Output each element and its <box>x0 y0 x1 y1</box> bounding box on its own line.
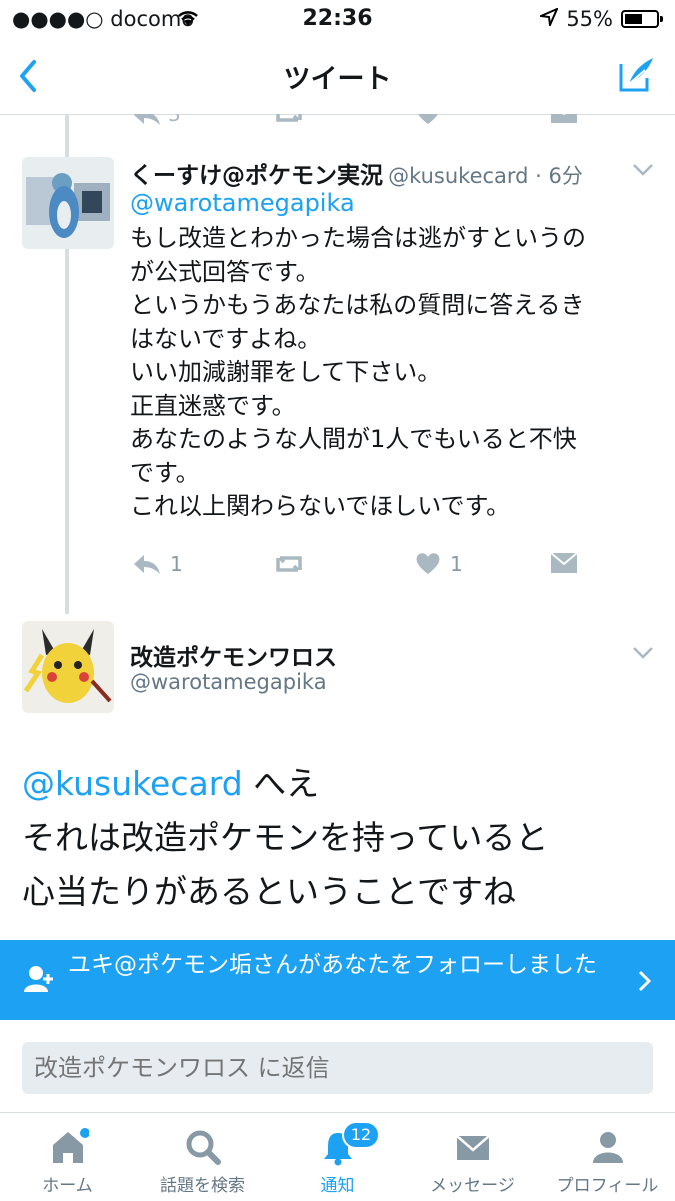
tab-bar: ホーム 話題を検索 12 通知 メッセージ プロフィール <box>0 1112 675 1201</box>
tab-label: プロフィール <box>556 1176 659 1196</box>
retweet-icon <box>276 556 302 572</box>
chevron-down-icon[interactable] <box>632 646 654 660</box>
tab-profile[interactable]: プロフィール <box>540 1113 675 1201</box>
tab-search[interactable]: 話題を検索 <box>135 1113 270 1201</box>
dm-icon <box>550 552 578 573</box>
notification-text: ユキ@ポケモン垢さんがあなたをフォローしました <box>68 952 597 978</box>
reply-icon <box>134 114 160 125</box>
reply-button[interactable]: 1 <box>132 552 183 576</box>
like-count: 1 <box>450 552 463 576</box>
reply-icon <box>134 555 160 574</box>
heart-icon <box>416 553 440 574</box>
battery-icon <box>621 10 663 28</box>
handle: @warotamegapika <box>130 670 327 694</box>
tweet-text-line: です。 <box>130 458 200 487</box>
retweet-icon <box>276 114 302 122</box>
main-text-line: 心当たりがあるということですね <box>22 872 517 911</box>
search-icon <box>186 1130 221 1165</box>
handle-time: @kusukecard · 6分 <box>388 164 583 188</box>
main-text-line: それは改造ポケモンを持っていると <box>22 818 549 857</box>
dm-icon <box>551 114 577 123</box>
action-row: 1 1 <box>0 552 675 582</box>
reply-box[interactable] <box>22 1042 653 1094</box>
display-name[interactable]: くーすけ@ポケモン実況 <box>130 163 383 189</box>
mention-link[interactable]: @warotamegapika <box>130 189 355 217</box>
tweet-text-line: もし改造とわかった場合は逃がすというの <box>130 224 586 252</box>
chevron-right-icon <box>638 970 652 992</box>
tab-messages[interactable]: メッセージ <box>405 1113 540 1201</box>
reply-count: 3 <box>168 114 181 126</box>
partial-action-row: 3 <box>0 114 675 128</box>
battery-percent: 55% <box>566 7 613 31</box>
tweet-text-line: が公式回答です。 <box>130 257 320 286</box>
home-icon <box>52 1128 89 1163</box>
reply-count: 1 <box>170 552 183 576</box>
nav-bar: ツイート <box>0 38 675 115</box>
tweet-text-line: あなたのような人間が1人でもいると不快 <box>130 425 577 453</box>
mail-icon <box>455 1135 490 1160</box>
heart-icon <box>418 114 438 124</box>
main-tweet-text: @kusukecard へえ それは改造ポケモンを持っていると 心当たりがあると… <box>22 757 662 919</box>
retweet-button[interactable] <box>272 552 306 576</box>
mention-link[interactable]: @kusukecard <box>22 764 243 803</box>
tweet-text-line: はないですよね。 <box>130 324 322 353</box>
tweet-header: くーすけ@ポケモン実況 @kusukecard · 6分 <box>130 156 583 190</box>
tweet-text-line: というかもうあなたは私の質問に答えるき <box>130 291 585 319</box>
profile-icon <box>592 1132 623 1163</box>
compose-icon <box>619 58 653 92</box>
follow-notification-banner[interactable]: ユキ@ポケモン垢さんがあなたをフォローしました <box>0 940 675 1020</box>
dm-button[interactable] <box>550 552 578 574</box>
tweet-text-line: これ以上関わらないでほしいです。 <box>130 492 511 520</box>
avatar[interactable] <box>22 157 114 249</box>
tweet-text-line: 正直迷惑です。 <box>130 391 296 420</box>
like-button[interactable]: 1 <box>414 552 463 576</box>
follow-icon <box>24 966 53 992</box>
page-title: ツイート <box>283 64 392 95</box>
tab-label: メッセージ <box>430 1176 515 1196</box>
tweet-text: もし改造とわかった場合は逃がすというの が公式回答です。というかもうあなたは私の質… <box>130 222 650 524</box>
tab-label: 通知 <box>320 1176 355 1196</box>
tweet-text-line: いい加減謝罪をして下さい。 <box>130 358 442 386</box>
tab-label: ホーム <box>42 1176 93 1196</box>
reply-input[interactable] <box>22 1042 653 1094</box>
notification-badge: 12 <box>342 1121 380 1149</box>
location-icon <box>537 7 560 31</box>
status-bar: ●●●●○ docomo 22:36 55% <box>0 0 675 38</box>
tab-label: 話題を検索 <box>160 1176 245 1196</box>
avatar[interactable] <box>22 621 114 713</box>
main-text-line: へえ <box>242 764 320 803</box>
chevron-down-icon[interactable] <box>632 163 654 177</box>
tab-notifications[interactable]: 12 通知 <box>270 1113 405 1201</box>
compose-button[interactable] <box>615 54 657 96</box>
display-name[interactable]: 改造ポケモンワロス <box>130 638 337 672</box>
tab-home[interactable]: ホーム <box>0 1113 135 1201</box>
